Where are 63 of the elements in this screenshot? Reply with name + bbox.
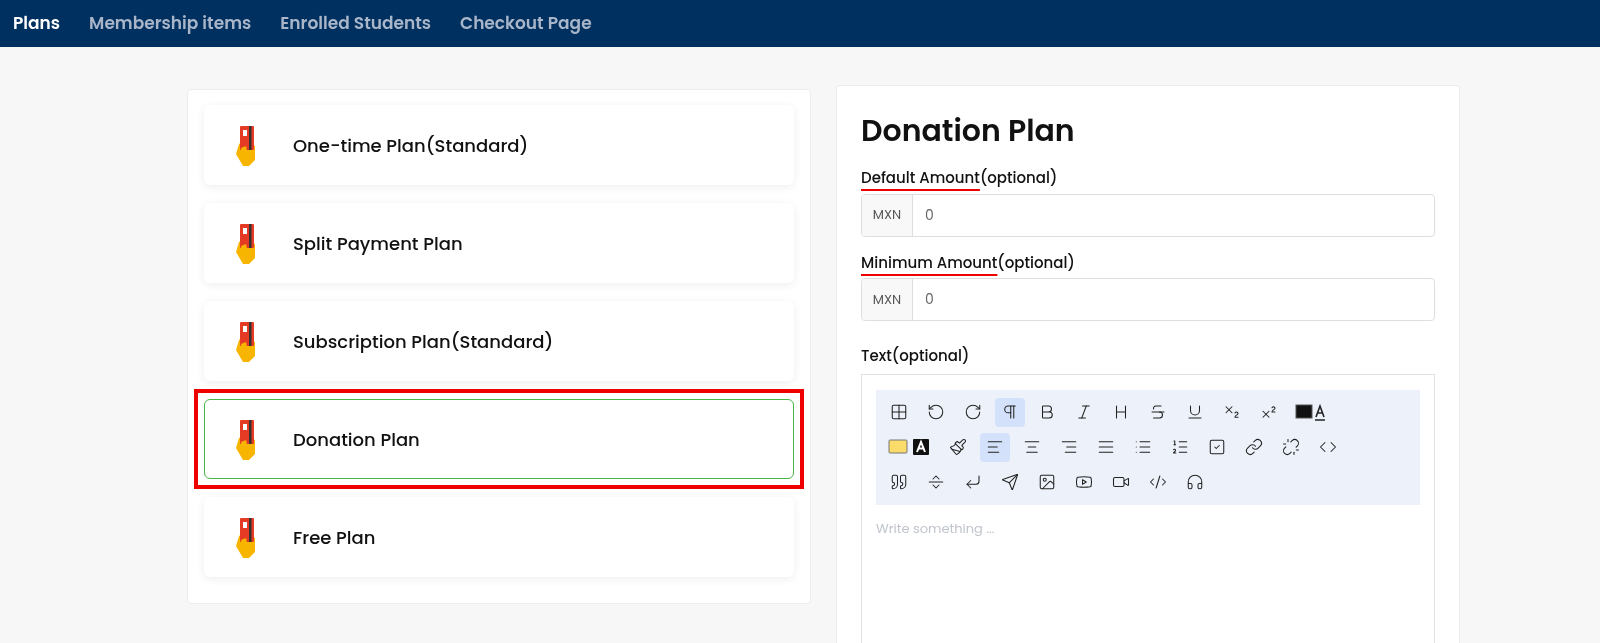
hand-card-icon bbox=[235, 320, 257, 362]
nav-tab[interactable]: Membership items bbox=[89, 10, 252, 37]
return-icon bbox=[964, 473, 982, 491]
subscript-icon bbox=[1223, 403, 1241, 421]
redo-icon bbox=[964, 403, 982, 421]
toolbar-button[interactable] bbox=[980, 432, 1010, 462]
highlight-color-icon bbox=[888, 438, 932, 456]
pilcrow-icon bbox=[1001, 403, 1019, 421]
plan-name: Subscription Plan(Standard) bbox=[293, 327, 554, 355]
table-icon bbox=[890, 403, 908, 421]
amount-value-input[interactable]: 0 bbox=[913, 194, 1434, 236]
image-icon bbox=[1038, 473, 1056, 491]
form-title: Donation Plan bbox=[861, 108, 1076, 153]
align-left-icon bbox=[986, 438, 1004, 456]
amount-input[interactable]: MXN 0 bbox=[861, 193, 1435, 237]
plan-name: Free Plan bbox=[293, 523, 376, 551]
undo-icon bbox=[927, 403, 945, 421]
strikethrough-icon bbox=[1149, 403, 1167, 421]
hand-card-icon bbox=[235, 124, 257, 166]
amount-input[interactable]: MXN 0 bbox=[861, 278, 1435, 321]
currency-prefix: MXN bbox=[862, 279, 913, 320]
nav-tab[interactable]: Checkout Page bbox=[460, 10, 592, 37]
italic-icon bbox=[1075, 403, 1093, 421]
nav-tab[interactable]: Plans bbox=[13, 10, 61, 37]
checkbox-icon bbox=[1208, 438, 1226, 456]
field-label: Minimum Amount bbox=[861, 251, 998, 274]
nav-tab[interactable]: Enrolled Students bbox=[280, 10, 432, 37]
optional-note: (optional) bbox=[979, 167, 1058, 190]
plan-card[interactable]: Split Payment Plan bbox=[204, 203, 794, 283]
hand-card-icon bbox=[235, 418, 257, 460]
send-icon bbox=[1001, 473, 1019, 491]
page-break-icon bbox=[927, 473, 945, 491]
optional-note: (optional) bbox=[997, 251, 1075, 274]
link-icon bbox=[1245, 438, 1263, 456]
quote-icon bbox=[890, 473, 908, 491]
editor-text-area[interactable]: Write something ... bbox=[876, 518, 1420, 643]
toolbar-button[interactable] bbox=[995, 397, 1025, 427]
numbered-list-icon bbox=[1171, 438, 1189, 456]
plan-name: One-time Plan(Standard) bbox=[293, 131, 529, 159]
hand-card-icon bbox=[235, 516, 257, 558]
bullet-list-icon bbox=[1134, 438, 1152, 456]
superscript-icon bbox=[1260, 403, 1278, 421]
plan-card[interactable]: Donation Plan bbox=[204, 399, 794, 479]
hand-card-icon bbox=[235, 222, 257, 264]
currency-prefix: MXN bbox=[862, 194, 913, 236]
plan-card[interactable]: Subscription Plan(Standard) bbox=[204, 301, 794, 381]
unlink-icon bbox=[1282, 438, 1300, 456]
plan-card[interactable]: Free Plan bbox=[204, 497, 794, 577]
code-icon bbox=[1149, 473, 1167, 491]
plan-name: Split Payment Plan bbox=[293, 229, 463, 257]
plan-name: Donation Plan bbox=[293, 425, 420, 453]
plan-card[interactable]: One-time Plan(Standard) bbox=[204, 105, 794, 185]
underline-icon bbox=[1186, 403, 1204, 421]
align-right-icon bbox=[1060, 438, 1078, 456]
brush-icon bbox=[949, 438, 967, 456]
headphones-icon bbox=[1186, 473, 1204, 491]
align-justify-icon bbox=[1097, 438, 1115, 456]
align-center-icon bbox=[1023, 438, 1041, 456]
field-label: Default Amount bbox=[861, 167, 980, 190]
play-icon bbox=[1075, 473, 1093, 491]
amount-value-input[interactable]: 0 bbox=[913, 279, 1434, 320]
field-label: Text(optional) bbox=[861, 345, 971, 368]
rich-text-editor[interactable]: Write something ... bbox=[861, 373, 1435, 643]
